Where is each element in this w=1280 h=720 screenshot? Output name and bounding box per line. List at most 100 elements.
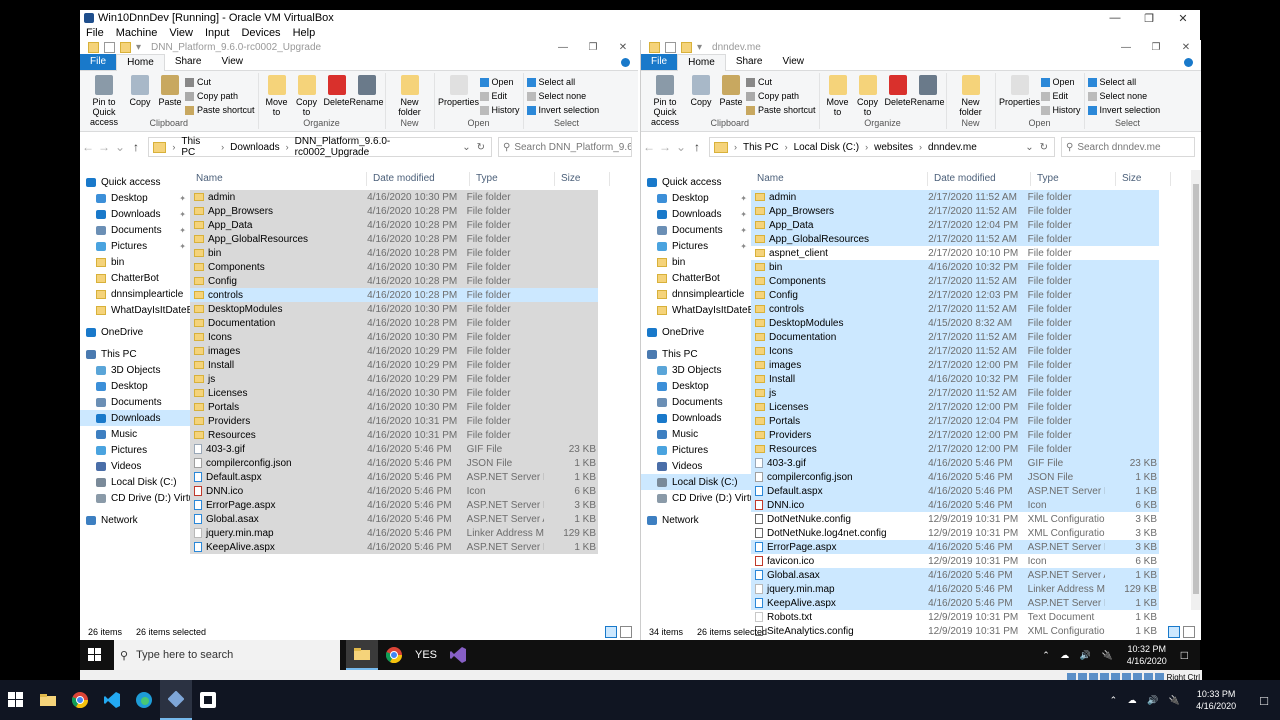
tab-home[interactable]: Home (677, 53, 726, 71)
nav-item[interactable]: Desktop (80, 378, 190, 394)
copy-button[interactable]: Copy (125, 73, 155, 107)
new-folder-icon[interactable] (681, 41, 692, 53)
file-row[interactable]: controls 2/17/2020 11:52 AM File folder (751, 302, 1159, 316)
invert-selection-button[interactable]: Invert selection (1087, 103, 1160, 117)
select-all-button[interactable]: Select all (1087, 75, 1161, 89)
file-row[interactable]: Providers 4/16/2020 10:31 PM File folder (190, 414, 598, 428)
breadcrumb-chevron-icon[interactable]: › (919, 142, 922, 152)
nav-item[interactable]: Quick access (80, 174, 190, 190)
file-row[interactable]: Default.aspx 4/16/2020 5:46 PM ASP.NET Ser… (190, 470, 598, 484)
tray-icons[interactable]: ⌃ ☁ 🔊 🔌 (1042, 650, 1116, 661)
breadcrumb-chevron-icon[interactable]: › (172, 142, 175, 152)
file-row[interactable]: DesktopModules 4/16/2020 10:30 PM File fol… (190, 302, 598, 316)
nav-item[interactable]: Pictures ✦ (641, 238, 751, 254)
file-row[interactable]: DNN.ico 4/16/2020 5:46 PM Icon 6 KB (751, 498, 1159, 512)
open-button[interactable]: Open (479, 75, 520, 89)
up-arrow-icon[interactable]: ↑ (128, 140, 144, 154)
delete-button[interactable]: Delete (322, 73, 352, 107)
guest-clock[interactable]: 10:32 PM 4/16/2020 (1127, 643, 1167, 667)
new-folder-button[interactable]: New folder (389, 73, 431, 117)
maximize-button[interactable]: ❐ (578, 42, 608, 53)
cut-button[interactable]: Cut (185, 75, 255, 89)
nav-item[interactable]: Local Disk (C:) (80, 474, 190, 490)
menu-help[interactable]: Help (293, 27, 316, 39)
file-row[interactable]: Install 4/16/2020 10:29 PM File folder (190, 358, 598, 372)
file-row[interactable]: Providers 2/17/2020 12:00 PM File folder (751, 428, 1159, 442)
properties-button[interactable]: Properties (999, 73, 1041, 107)
nav-item[interactable]: Documents (80, 394, 190, 410)
copy-path-button[interactable]: Copy path (746, 89, 816, 103)
column-header-type[interactable]: Type (1031, 172, 1116, 186)
move-to-button[interactable]: Move to (262, 73, 292, 117)
properties-button[interactable]: Properties (438, 73, 480, 107)
file-row[interactable]: App_Browsers 2/17/2020 11:52 AM File folde… (751, 204, 1159, 218)
file-row[interactable]: images 2/17/2020 12:00 PM File folder (751, 358, 1159, 372)
nav-item[interactable]: Network (641, 512, 751, 528)
visual-studio-icon[interactable] (442, 640, 474, 670)
nav-item[interactable]: Pictures ✦ (80, 238, 190, 254)
copy-path-button[interactable]: Copy path (185, 89, 255, 103)
breadcrumb-segment[interactable]: Downloads (230, 142, 279, 153)
nav-item[interactable]: Desktop ✦ (80, 190, 190, 206)
scrollbar-thumb[interactable] (1193, 184, 1199, 594)
paste-shortcut-button[interactable]: Paste shortcut (185, 103, 255, 117)
notification-icon[interactable]: □ (1181, 648, 1188, 662)
file-row[interactable]: bin 4/16/2020 10:28 PM File folder (190, 246, 598, 260)
close-button[interactable]: ✕ (608, 42, 638, 53)
file-row[interactable]: Robots.txt 12/9/2019 10:31 PM Text Documen… (751, 610, 1159, 624)
nav-item[interactable]: Pictures (641, 442, 751, 458)
nav-item[interactable]: WhatDayIsItDateBot (641, 302, 751, 318)
maximize-button[interactable]: ❐ (1141, 42, 1171, 53)
guest-start-button[interactable] (80, 640, 110, 670)
paste-button[interactable]: Paste (155, 73, 185, 107)
tab-view[interactable]: View (212, 54, 254, 70)
new-folder-icon[interactable] (120, 41, 131, 53)
file-explorer-icon[interactable] (32, 680, 64, 720)
column-header-type[interactable]: Type (470, 172, 555, 186)
help-icon[interactable] (621, 57, 630, 67)
file-row[interactable]: jquery.min.map 4/16/2020 5:46 PM Linker Ad… (190, 526, 598, 540)
file-row[interactable]: Resources 4/16/2020 10:31 PM File folder (190, 428, 598, 442)
recent-locations-icon[interactable]: ⌄ (112, 140, 128, 154)
details-view-icon[interactable] (605, 626, 617, 638)
nav-item[interactable]: Network (80, 512, 190, 528)
close-button[interactable]: ✕ (1166, 12, 1200, 25)
breadcrumb-segment[interactable]: websites (874, 142, 913, 153)
file-row[interactable]: Resources 2/17/2020 12:00 PM File folder (751, 442, 1159, 456)
host-clock[interactable]: 10:33 PM 4/16/2020 (1196, 688, 1236, 712)
nav-item[interactable]: bin (80, 254, 190, 270)
host-notification-icon[interactable]: □ (1260, 693, 1268, 708)
file-row[interactable]: Global.asax 4/16/2020 5:46 PM ASP.NET Serv… (190, 512, 598, 526)
breadcrumb-segment[interactable]: Local Disk (C:) (794, 142, 860, 153)
chevron-down-icon[interactable]: ▾ (697, 42, 702, 53)
column-header-size[interactable]: Size (555, 172, 610, 186)
vertical-scrollbar[interactable] (1191, 170, 1201, 610)
file-row[interactable]: DesktopModules 4/15/2020 8:32 AM File fold… (751, 316, 1159, 330)
edge-icon[interactable] (128, 680, 160, 720)
menu-input[interactable]: Input (205, 27, 229, 39)
large-icons-view-icon[interactable] (620, 626, 632, 638)
nav-item[interactable]: Music (641, 426, 751, 442)
nav-item[interactable]: CD Drive (D:) Virtua (80, 490, 190, 506)
file-row[interactable]: Licenses 4/16/2020 10:30 PM File folder (190, 386, 598, 400)
file-row[interactable]: App_GlobalResources 4/16/2020 10:28 PM Fil… (190, 232, 598, 246)
file-row[interactable]: Default.aspx 4/16/2020 5:46 PM ASP.NET Ser… (751, 484, 1159, 498)
file-row[interactable]: 403-3.gif 4/16/2020 5:46 PM GIF File 23 KB (190, 442, 598, 456)
file-row[interactable]: ErrorPage.aspx 4/16/2020 5:46 PM ASP.NET S… (190, 498, 598, 512)
select-none-button[interactable]: Select none (1087, 89, 1161, 103)
file-row[interactable]: Config 2/17/2020 12:03 PM File folder (751, 288, 1159, 302)
file-row[interactable]: Components 4/16/2020 10:30 PM File folder (190, 260, 598, 274)
help-icon[interactable] (1184, 57, 1193, 67)
file-row[interactable]: images 4/16/2020 10:29 PM File folder (190, 344, 598, 358)
file-row[interactable]: DNN.ico 4/16/2020 5:46 PM Icon 6 KB (190, 484, 598, 498)
rename-button[interactable]: Rename (911, 73, 945, 107)
minimize-button[interactable]: — (548, 42, 578, 53)
refresh-icon[interactable]: ↻ (477, 142, 485, 153)
new-folder-button[interactable]: New folder (950, 73, 992, 117)
file-row[interactable]: App_GlobalResources 2/17/2020 11:52 AM Fil… (751, 232, 1159, 246)
search-input[interactable]: ⚲ Search dnndev.me (1061, 137, 1195, 157)
nav-item[interactable]: Downloads (80, 410, 190, 426)
nav-item[interactable]: Desktop (641, 378, 751, 394)
edit-button[interactable]: Edit (479, 89, 520, 103)
chevron-down-icon[interactable]: ⌄ (1025, 142, 1033, 153)
